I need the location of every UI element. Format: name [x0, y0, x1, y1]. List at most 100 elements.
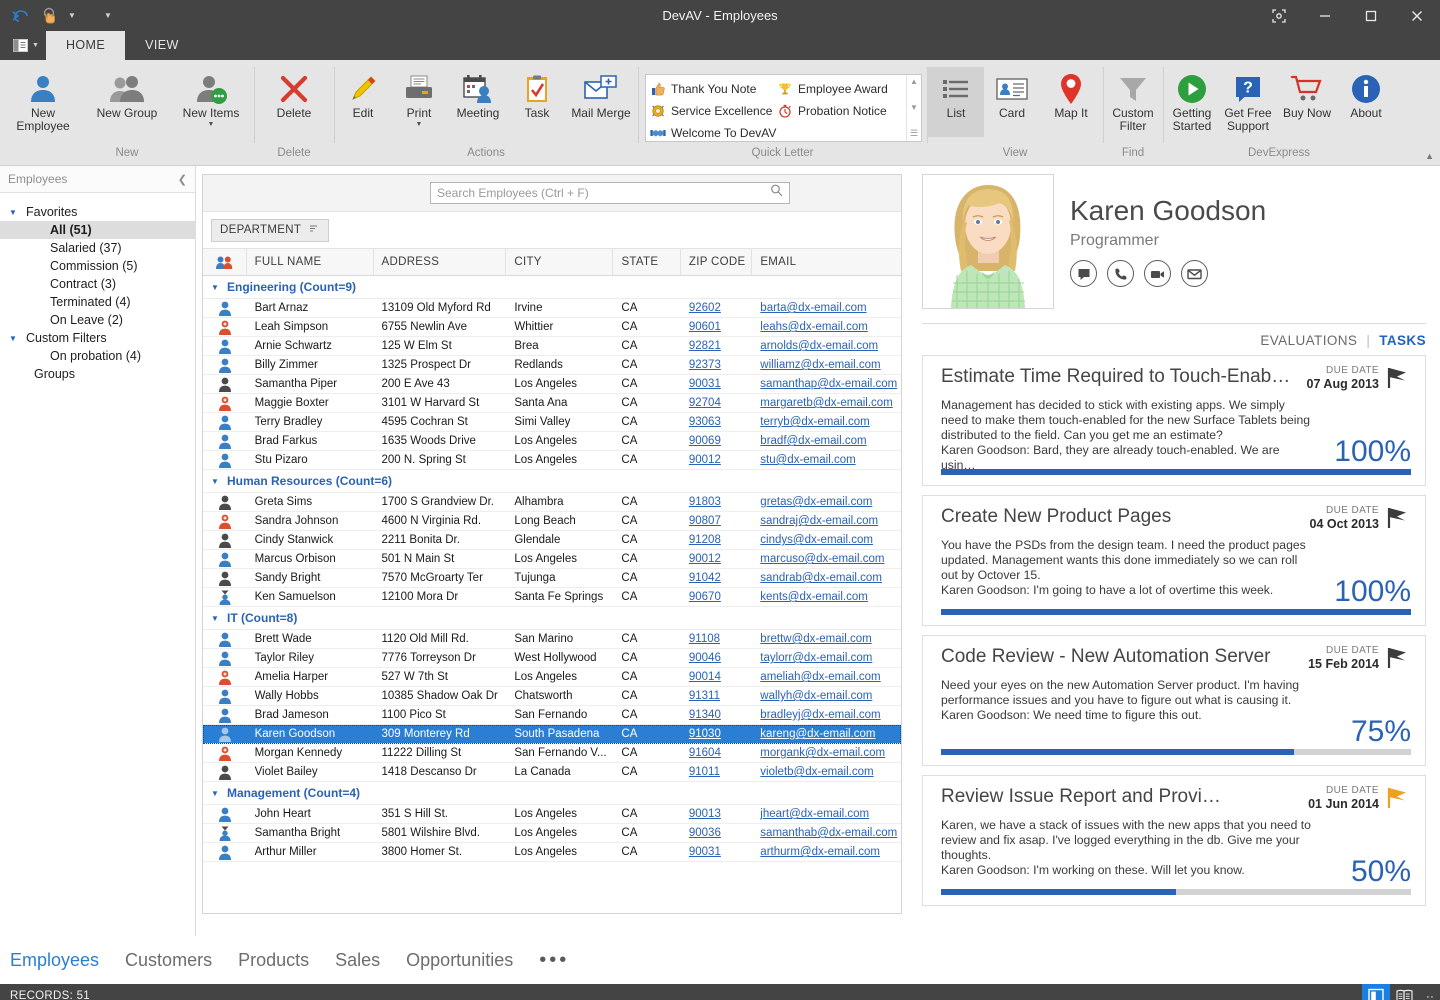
cell-email[interactable]: terryb@dx-email.com: [752, 416, 901, 428]
new-items-dropdown-icon[interactable]: ▼: [208, 121, 215, 129]
quick-letter-employee-award[interactable]: Employee Award: [777, 78, 904, 100]
phone-icon[interactable]: [1107, 260, 1134, 287]
cell-zip-code[interactable]: 90807: [681, 515, 752, 527]
cell-zip-code[interactable]: 90601: [681, 321, 752, 333]
buy-now-button[interactable]: Buy Now: [1276, 67, 1338, 137]
table-row[interactable]: Taylor Riley7776 Torreyson DrWest Hollyw…: [203, 649, 901, 668]
column-header-status[interactable]: [203, 249, 247, 275]
tab-tasks[interactable]: TASKS: [1379, 333, 1426, 348]
chat-icon[interactable]: [1070, 260, 1097, 287]
touch-mode-icon[interactable]: [36, 4, 62, 28]
cell-email[interactable]: kareng@dx-email.com: [752, 728, 901, 740]
new-items-button[interactable]: New Items ▼: [169, 67, 253, 137]
cell-email[interactable]: margaretb@dx-email.com: [752, 397, 901, 409]
quick-letter-service-excellence[interactable]: Service Excellence: [650, 100, 777, 122]
nav-item-contract[interactable]: Contract (3): [0, 275, 195, 293]
custom-filter-button[interactable]: CustomFilter: [1104, 67, 1162, 137]
cell-zip-code[interactable]: 90014: [681, 671, 752, 683]
nav-item-all[interactable]: All (51): [0, 221, 195, 239]
cell-zip-code[interactable]: 91108: [681, 633, 752, 645]
new-employee-button[interactable]: New Employee: [1, 67, 85, 137]
bottom-nav-sales[interactable]: Sales: [335, 950, 380, 971]
sidebar-collapse-icon[interactable]: ❮: [178, 173, 187, 186]
table-row[interactable]: Morgan Kennedy11222 Dilling StSan Fernan…: [203, 744, 901, 763]
new-group-button[interactable]: New Group: [85, 67, 169, 137]
cell-zip-code[interactable]: 91311: [681, 690, 752, 702]
resize-grip-icon[interactable]: [1418, 984, 1440, 1000]
edit-button[interactable]: Edit: [335, 67, 391, 137]
chevron-down-icon[interactable]: ▼: [203, 283, 227, 292]
search-icon[interactable]: [770, 184, 783, 202]
quick-access-customize-icon[interactable]: ▼: [100, 4, 116, 28]
cell-email[interactable]: sandrab@dx-email.com: [752, 572, 901, 584]
cell-zip-code[interactable]: 91340: [681, 709, 752, 721]
cell-zip-code[interactable]: 90013: [681, 808, 752, 820]
cell-email[interactable]: marcuso@dx-email.com: [752, 553, 901, 565]
cell-zip-code[interactable]: 91604: [681, 747, 752, 759]
mail-merge-button[interactable]: Mail Merge: [565, 67, 637, 137]
table-row[interactable]: Brett Wade1120 Old Mill Rd.San MarinoCA9…: [203, 630, 901, 649]
grid-group-row[interactable]: ▼Management (Count=4): [203, 782, 901, 805]
task-flag-icon[interactable]: [1385, 785, 1411, 814]
table-row[interactable]: Maggie Boxter3101 W Harvard StSanta AnaC…: [203, 394, 901, 413]
table-row[interactable]: Sandy Bright7570 McGroarty TerTujungaCA9…: [203, 569, 901, 588]
nav-group-favorites[interactable]: ▼ Favorites: [0, 203, 195, 221]
cell-zip-code[interactable]: 91011: [681, 766, 752, 778]
nav-item-salaried[interactable]: Salaried (37): [0, 239, 195, 257]
cell-email[interactable]: violetb@dx-email.com: [752, 766, 901, 778]
close-icon[interactable]: [1394, 0, 1440, 31]
cell-zip-code[interactable]: 90012: [681, 553, 752, 565]
gallery-scrollbar[interactable]: ▲ ▼ ☰: [906, 75, 921, 141]
table-row[interactable]: Amelia Harper527 W 7th StLos AngelesCA90…: [203, 668, 901, 687]
quick-access-dropdown-icon[interactable]: ▼: [64, 4, 80, 28]
gallery-scroll-up-icon[interactable]: ▲: [910, 77, 918, 86]
table-row[interactable]: Marcus Orbison501 N Main StLos AngelesCA…: [203, 550, 901, 569]
table-row[interactable]: Terry Bradley4595 Cochran StSimi ValleyC…: [203, 413, 901, 432]
column-header-state[interactable]: STATE: [613, 249, 680, 275]
cell-email[interactable]: ameliah@dx-email.com: [752, 671, 901, 683]
cell-email[interactable]: arthurm@dx-email.com: [752, 846, 901, 858]
table-row[interactable]: Wally Hobbs10385 Shadow Oak DrChatsworth…: [203, 687, 901, 706]
table-row[interactable]: Brad Farkus1635 Woods DriveLos AngelesCA…: [203, 432, 901, 451]
cell-zip-code[interactable]: 90069: [681, 435, 752, 447]
group-chip-department[interactable]: DEPARTMENT: [211, 219, 329, 242]
table-row[interactable]: Brad Jameson1100 Pico StSan FernandoCA91…: [203, 706, 901, 725]
cell-zip-code[interactable]: 90031: [681, 846, 752, 858]
task-flag-icon[interactable]: [1385, 505, 1411, 534]
meeting-button[interactable]: Meeting: [447, 67, 509, 137]
getting-started-button[interactable]: GettingStarted: [1164, 67, 1220, 137]
cell-email[interactable]: gretas@dx-email.com: [752, 496, 901, 508]
gallery-scroll-down-icon[interactable]: ▼: [910, 103, 918, 112]
nav-group-custom-filters[interactable]: ▼ Custom Filters: [0, 329, 195, 347]
cell-email[interactable]: morgank@dx-email.com: [752, 747, 901, 759]
cell-email[interactable]: leahs@dx-email.com: [752, 321, 901, 333]
cell-email[interactable]: jheart@dx-email.com: [752, 808, 901, 820]
table-row[interactable]: Ken Samuelson12100 Mora DrSanta Fe Sprin…: [203, 588, 901, 607]
nav-item-on-leave[interactable]: On Leave (2): [0, 311, 195, 329]
column-header-address[interactable]: ADDRESS: [374, 249, 507, 275]
table-row[interactable]: Greta Sims1700 S Grandview Dr.AlhambraCA…: [203, 493, 901, 512]
quick-letter-welcome-to-devav[interactable]: Welcome To DevAV: [650, 122, 777, 144]
nav-item-on-probation[interactable]: On probation (4): [0, 347, 195, 365]
bottom-nav-opportunities[interactable]: Opportunities: [406, 950, 513, 971]
task-card[interactable]: Estimate Time Required to Touch-Enab…DUE…: [922, 355, 1426, 486]
cell-zip-code[interactable]: 90031: [681, 378, 752, 390]
quick-letter-probation-notice[interactable]: Probation Notice: [777, 100, 904, 122]
about-button[interactable]: About: [1338, 67, 1394, 137]
cell-email[interactable]: bradf@dx-email.com: [752, 435, 901, 447]
get-free-support-button[interactable]: ? Get FreeSupport: [1220, 67, 1276, 137]
tab-home[interactable]: HOME: [46, 31, 125, 60]
cell-email[interactable]: arnolds@dx-email.com: [752, 340, 901, 352]
table-row[interactable]: Samantha Piper200 E Ave 43Los AngelesCA9…: [203, 375, 901, 394]
cell-email[interactable]: sandraj@dx-email.com: [752, 515, 901, 527]
split-view-icon[interactable]: [1362, 984, 1390, 1000]
cell-zip-code[interactable]: 92704: [681, 397, 752, 409]
column-header-city[interactable]: CITY: [506, 249, 613, 275]
cell-zip-code[interactable]: 91803: [681, 496, 752, 508]
tab-view[interactable]: VIEW: [125, 31, 199, 60]
nav-item-terminated[interactable]: Terminated (4): [0, 293, 195, 311]
cell-email[interactable]: brettw@dx-email.com: [752, 633, 901, 645]
table-row[interactable]: Arnie Schwartz125 W Elm StBreaCA92821arn…: [203, 337, 901, 356]
cell-zip-code[interactable]: 93063: [681, 416, 752, 428]
table-row[interactable]: Karen Goodson309 Monterey RdSouth Pasade…: [203, 725, 901, 744]
